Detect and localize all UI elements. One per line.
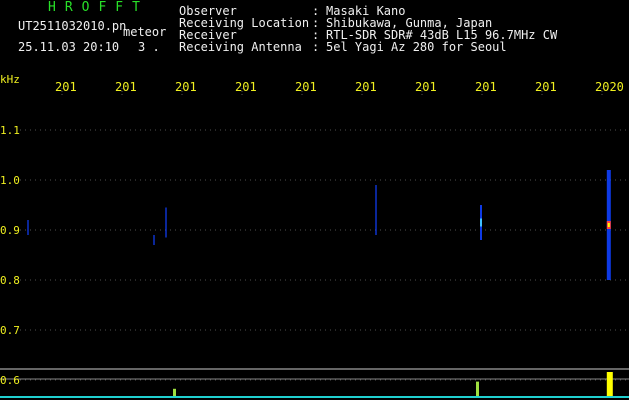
meter-layer [173, 372, 613, 396]
x-tick-label: 201 [415, 80, 437, 94]
spectrogram-plot [0, 88, 629, 398]
x-tick-label: 201 [55, 80, 77, 94]
count-label: 3 . [138, 40, 160, 54]
x-tick-label: 201 [355, 80, 377, 94]
file-name: UT2511032010.pn [18, 19, 127, 33]
y-tick-label: 0.9 [0, 224, 20, 237]
app-title: HROFFT [48, 0, 149, 15]
event-layer [27, 170, 611, 280]
signal-trace [165, 207, 167, 238]
x-tick-label: 201 [235, 80, 257, 94]
signal-trace [153, 235, 155, 245]
y-tick-label: 0.8 [0, 274, 20, 287]
signal-core [480, 218, 482, 227]
x-tick-label: 201 [115, 80, 137, 94]
antenna-value: 5el Yagi Az 280 for Seoul [326, 40, 507, 54]
meter-spike [173, 388, 176, 396]
x-tick-label: 201 [535, 80, 557, 94]
signal-peak [607, 223, 610, 227]
signal-trace [27, 220, 29, 235]
x-tick-label: 201 [295, 80, 317, 94]
x-tick-label: 201 [475, 80, 497, 94]
y-tick-label: 0.7 [0, 324, 20, 337]
meter-spike [606, 372, 613, 396]
mode-label: meteor [123, 25, 167, 39]
y-tick-label: 1.0 [0, 174, 20, 187]
signal-trace [375, 185, 377, 235]
antenna-label: Receiving Antenna [179, 40, 302, 54]
datetime-label: 25.11.03 20:10 [18, 40, 120, 54]
y-tick-label: 0.6 [0, 374, 20, 387]
meter-spike [476, 381, 479, 396]
y-axis-unit-label: kHz [0, 73, 20, 86]
x-tick-label: 201 [175, 80, 197, 94]
y-tick-label: 1.1 [0, 124, 20, 137]
x-tick-label: 2020 [595, 80, 624, 94]
antenna-colon: : [312, 40, 320, 54]
grid-layer [0, 88, 629, 398]
